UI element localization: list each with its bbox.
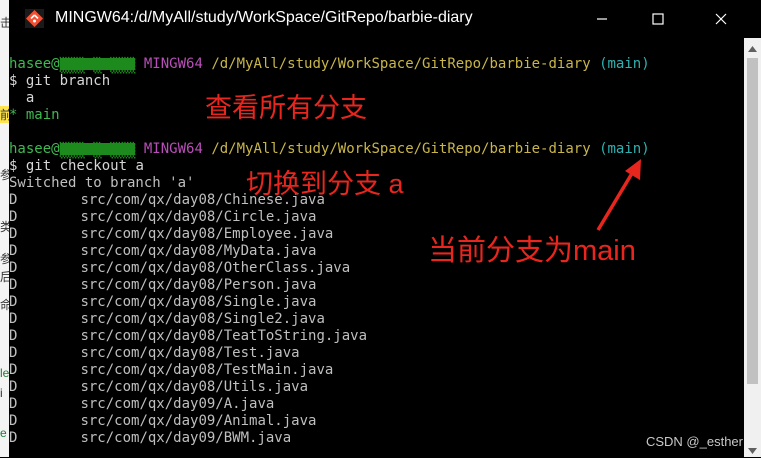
file-path: src/com/qx/day08/Utils.java — [80, 379, 309, 395]
prompt-host-redacted: ▒▒▒a▒i▒▒▒ — [59, 58, 136, 74]
switched-message: Switched to branch 'a' — [9, 175, 195, 191]
branch-list-item: * main — [9, 107, 60, 124]
close-button[interactable] — [698, 0, 744, 38]
window-title-bar[interactable]: MINGW64:/d/MyAll/study/WorkSpace/GitRepo… — [9, 0, 761, 38]
deleted-file-row: Dsrc/com/qx/day09/A.java — [9, 396, 274, 413]
prompt-symbol: $ — [9, 73, 18, 89]
minimize-button[interactable] — [579, 0, 625, 38]
maximize-button[interactable] — [635, 0, 681, 38]
file-path: src/com/qx/day09/A.java — [80, 396, 275, 412]
file-status: D — [9, 396, 18, 412]
close-icon — [715, 10, 727, 29]
prompt-line: hasee@▒▒▒a▒i▒▒▒ MINGW64 /d/MyAll/study/W… — [9, 56, 650, 74]
csdn-watermark: CSDN @_esther — [645, 434, 743, 449]
deleted-file-row: Dsrc/com/qx/day09/Animal.java — [9, 413, 316, 430]
file-status: D — [9, 379, 18, 395]
deleted-file-row: Dsrc/com/qx/day09/BWM.java — [9, 430, 291, 447]
vertical-scrollbar[interactable] — [744, 38, 761, 457]
file-status: D — [9, 209, 18, 225]
scroll-down-button[interactable] — [744, 440, 761, 457]
minimize-icon — [596, 10, 608, 29]
prompt-branch: (main) — [599, 141, 650, 157]
bg-fragment: 前 — [0, 106, 9, 123]
bg-fragment: 击 — [0, 16, 9, 30]
deleted-file-row: Dsrc/com/qx/day08/TeatToString.java — [9, 328, 367, 345]
scrollbar-thumb[interactable] — [747, 58, 758, 384]
file-path: src/com/qx/day08/Test.java — [80, 345, 300, 361]
prompt-user: hasee@ — [9, 56, 60, 72]
branch-name: a — [25, 90, 35, 106]
file-path: src/com/qx/day08/TeatToString.java — [80, 328, 368, 344]
branch-name: main — [25, 107, 60, 123]
file-status: D — [9, 226, 18, 242]
prompt-shell: MINGW64 — [143, 141, 203, 157]
file-path: src/com/qx/day08/OtherClass.java — [80, 260, 351, 276]
file-status: D — [9, 260, 18, 276]
deleted-file-row: Dsrc/com/qx/day08/TestMain.java — [9, 362, 333, 379]
file-path: src/com/qx/day08/Person.java — [80, 277, 317, 293]
file-status: D — [9, 328, 18, 344]
file-path: src/com/qx/day08/Employee.java — [80, 226, 334, 242]
arrow-up-icon — [748, 37, 757, 56]
file-status: D — [9, 277, 18, 293]
file-path: src/com/qx/day08/MyData.java — [80, 243, 317, 259]
deleted-file-row: Dsrc/com/qx/day08/Person.java — [9, 277, 316, 294]
file-status: D — [9, 243, 18, 259]
prompt-branch: (main) — [599, 56, 650, 72]
annotation-arrow-icon — [596, 159, 641, 231]
bg-fragment: 后 — [0, 270, 9, 284]
scroll-up-button[interactable] — [744, 38, 761, 55]
file-path: src/com/qx/day08/TestMain.java — [80, 362, 334, 378]
deleted-file-row: Dsrc/com/qx/day08/Circle.java — [9, 209, 316, 226]
prompt-line: hasee@▒▒▒a▒i▒▒▒ MINGW64 /d/MyAll/study/W… — [9, 141, 650, 159]
background-window-edge: 击 前 参 类 参 后 命 le i e — [0, 0, 9, 457]
prompt-symbol: $ — [9, 158, 18, 174]
bg-fragment: 参 — [0, 168, 9, 182]
bg-fragment: 命 — [0, 298, 9, 312]
deleted-file-row: Dsrc/com/qx/day08/OtherClass.java — [9, 260, 350, 277]
file-status: D — [9, 192, 18, 208]
file-path: src/com/qx/day08/Single.java — [80, 294, 317, 310]
file-status: D — [9, 311, 18, 327]
annotation-switch-branch: 切换到分支 a — [246, 169, 404, 199]
deleted-file-row: Dsrc/com/qx/day08/Single2.java — [9, 311, 325, 328]
deleted-file-row: Dsrc/com/qx/day08/Test.java — [9, 345, 300, 362]
deleted-file-row: Dsrc/com/qx/day08/Single.java — [9, 294, 316, 311]
prompt-user: hasee@ — [9, 141, 60, 157]
maximize-icon — [652, 10, 664, 29]
file-status: D — [9, 430, 18, 446]
bg-fragment: 类 — [0, 220, 9, 234]
command-line: $ git branch — [9, 73, 110, 90]
bg-fragment: e — [0, 426, 7, 440]
file-status: D — [9, 413, 18, 429]
file-path: src/com/qx/day08/Circle.java — [80, 209, 317, 225]
command-line: $ git checkout a — [9, 158, 144, 175]
prompt-host-redacted: ▒▒▒a▒i▒▒▒ — [59, 143, 136, 159]
branch-marker — [9, 90, 17, 106]
branch-list-item: a — [9, 90, 34, 107]
file-path: src/com/qx/day09/Animal.java — [80, 413, 317, 429]
file-status: D — [9, 362, 18, 378]
file-status: D — [9, 345, 18, 361]
arrow-down-icon — [748, 439, 757, 458]
git-bash-icon[interactable] — [25, 9, 44, 28]
branch-marker: * — [9, 107, 18, 123]
prompt-path: /d/MyAll/study/WorkSpace/GitRepo/barbie-… — [211, 56, 591, 72]
deleted-file-row: Dsrc/com/qx/day08/MyData.java — [9, 243, 316, 260]
annotation-view-branches: 查看所有分支 — [205, 93, 367, 123]
command-text: git checkout a — [25, 158, 144, 174]
prompt-path: /d/MyAll/study/WorkSpace/GitRepo/barbie-… — [211, 141, 591, 157]
file-status: D — [9, 294, 18, 310]
window-title: MINGW64:/d/MyAll/study/WorkSpace/GitRepo… — [55, 9, 473, 26]
prompt-shell: MINGW64 — [143, 56, 203, 72]
file-path: src/com/qx/day09/BWM.java — [80, 430, 292, 446]
bg-fragment: i — [0, 386, 3, 400]
bg-fragment: 参 — [0, 252, 9, 266]
deleted-file-row: Dsrc/com/qx/day08/Employee.java — [9, 226, 333, 243]
command-text: git branch — [25, 73, 111, 89]
bg-fragment: le — [0, 366, 9, 380]
file-path: src/com/qx/day08/Single2.java — [80, 311, 325, 327]
deleted-file-row: Dsrc/com/qx/day08/Utils.java — [9, 379, 308, 396]
